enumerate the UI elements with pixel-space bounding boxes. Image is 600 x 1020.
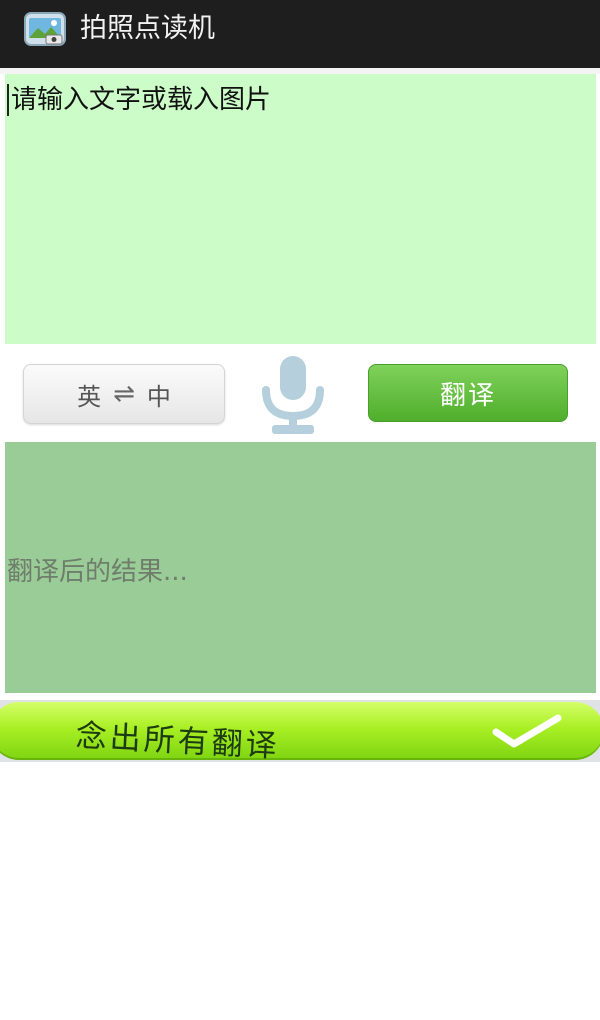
result-panel: 翻译后的结果...	[5, 442, 596, 693]
check-icon	[492, 714, 562, 748]
input-placeholder: 请输入文字或载入图片	[7, 84, 271, 116]
translate-button[interactable]: 翻译	[368, 364, 568, 422]
microphone-icon[interactable]	[256, 354, 330, 436]
target-language-label: 中	[146, 382, 171, 411]
input-textarea[interactable]: 请输入文字或载入图片	[5, 74, 596, 344]
source-language-label: 英	[77, 382, 102, 411]
language-switch-button[interactable]: 英 ⇌ 中	[23, 364, 225, 424]
app-window: 拍照点读机 请输入文字或载入图片 英 ⇌ 中 翻译 翻译后的结果... 念出所有…	[0, 0, 600, 1020]
title-bar: 拍照点读机	[0, 0, 600, 68]
swap-arrows-icon: ⇌	[113, 379, 135, 409]
result-placeholder: 翻译后的结果...	[7, 557, 188, 587]
app-title: 拍照点读机	[80, 13, 215, 44]
photo-app-icon	[24, 12, 66, 46]
